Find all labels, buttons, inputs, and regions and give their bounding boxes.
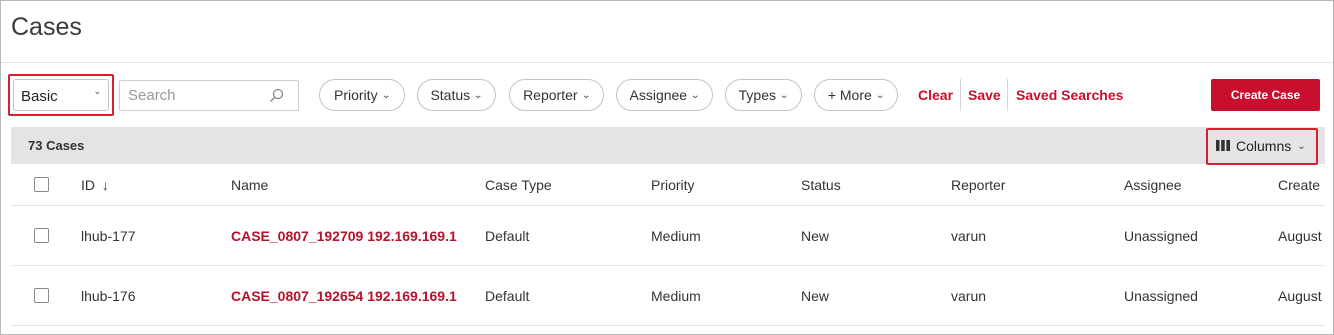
case-type: Default <box>485 228 530 244</box>
sort-down-icon: ↓ <box>101 177 109 193</box>
table-header-row: ID ↓ Name Case Type Priority Status Repo… <box>11 164 1325 206</box>
case-name-link[interactable]: CASE_0807_192709 192.169.169.1 <box>231 228 457 244</box>
column-header-name[interactable]: Name <box>231 177 268 193</box>
search-mode-select[interactable]: Basic ⌄ <box>13 79 109 111</box>
case-id: lhub-176 <box>81 288 136 304</box>
header-label: ID <box>81 177 95 193</box>
column-header-case-type[interactable]: Case Type <box>485 177 552 193</box>
chevron-down-icon: ⌄ <box>690 89 701 101</box>
clear-link[interactable]: Clear <box>918 87 953 103</box>
filter-reporter[interactable]: Reporter ⌄ <box>509 79 604 111</box>
case-priority: Medium <box>651 288 701 304</box>
columns-button[interactable]: Columns ⌄ <box>1208 130 1316 162</box>
column-header-priority[interactable]: Priority <box>651 177 695 193</box>
row-checkbox[interactable] <box>34 228 49 243</box>
columns-label: Columns <box>1236 138 1292 154</box>
case-assignee: Unassigned <box>1124 288 1198 304</box>
table-row[interactable]: lhub-177 CASE_0807_192709 192.169.169.1 … <box>11 206 1325 266</box>
column-header-status[interactable]: Status <box>801 177 841 193</box>
filter-label: + More <box>827 87 872 103</box>
cases-page: Cases Basic ⌄ Priority⌄ Status⌄ Reporter… <box>0 0 1334 335</box>
column-header-assignee[interactable]: Assignee <box>1124 177 1182 193</box>
chevron-down-icon: ⌄ <box>874 89 886 101</box>
table-row[interactable]: lhub-176 CASE_0807_192654 192.169.169.1 … <box>11 266 1325 326</box>
filter-more[interactable]: + More ⌄ <box>814 79 898 111</box>
create-case-button[interactable]: Create Case <box>1211 79 1320 111</box>
saved-searches-link[interactable]: Saved Searches <box>1016 87 1123 103</box>
filter-label: Types <box>738 87 776 103</box>
case-type: Default <box>485 288 530 304</box>
case-name-link[interactable]: CASE_0807_192654 192.169.169.1 <box>231 288 457 304</box>
search-box <box>119 80 299 111</box>
filter-label: Reporter <box>523 87 578 103</box>
select-all-checkbox[interactable] <box>34 177 49 192</box>
column-header-id[interactable]: ID ↓ <box>81 177 109 193</box>
case-created: August <box>1278 228 1322 244</box>
filter-assignee[interactable]: Assignee ⌄ <box>616 79 713 111</box>
case-status: New <box>801 228 830 244</box>
chevron-down-icon: ⌄ <box>1297 140 1306 152</box>
case-count: 73 Cases <box>28 138 85 153</box>
row-checkbox[interactable] <box>34 288 49 303</box>
chevron-down-icon: ⌄ <box>473 89 484 101</box>
case-created: August <box>1278 288 1322 304</box>
filter-label: Priority <box>334 87 378 103</box>
chevron-down-icon: ⌄ <box>779 89 790 101</box>
case-reporter: varun <box>951 288 987 304</box>
column-header-created[interactable]: Create <box>1278 177 1320 193</box>
filter-priority[interactable]: Priority ⌄ <box>319 79 405 111</box>
results-summary-bar: 73 Cases <box>11 127 1325 164</box>
divider <box>960 79 961 111</box>
save-link[interactable]: Save <box>968 87 1001 103</box>
search-mode-value: Basic <box>21 88 58 105</box>
chevron-down-icon: ⌄ <box>580 89 591 101</box>
case-id: lhub-177 <box>81 228 136 244</box>
case-assignee: Unassigned <box>1124 228 1198 244</box>
columns-icon <box>1216 138 1230 154</box>
chevron-down-icon: ⌄ <box>380 89 391 101</box>
search-icon[interactable] <box>269 88 284 108</box>
filter-label: Status <box>430 87 471 103</box>
page-title: Cases <box>11 13 82 41</box>
chevron-down-icon: ⌄ <box>93 86 101 96</box>
filter-label: Assignee <box>629 87 688 103</box>
case-priority: Medium <box>651 228 701 244</box>
title-divider <box>1 62 1333 63</box>
cases-table: ID ↓ Name Case Type Priority Status Repo… <box>11 164 1325 326</box>
search-input[interactable] <box>120 81 260 110</box>
case-status: New <box>801 288 830 304</box>
case-reporter: varun <box>951 228 987 244</box>
divider <box>1007 79 1008 111</box>
filter-types[interactable]: Types ⌄ <box>725 79 802 111</box>
column-header-reporter[interactable]: Reporter <box>951 177 1005 193</box>
filter-status[interactable]: Status ⌄ <box>417 79 496 111</box>
